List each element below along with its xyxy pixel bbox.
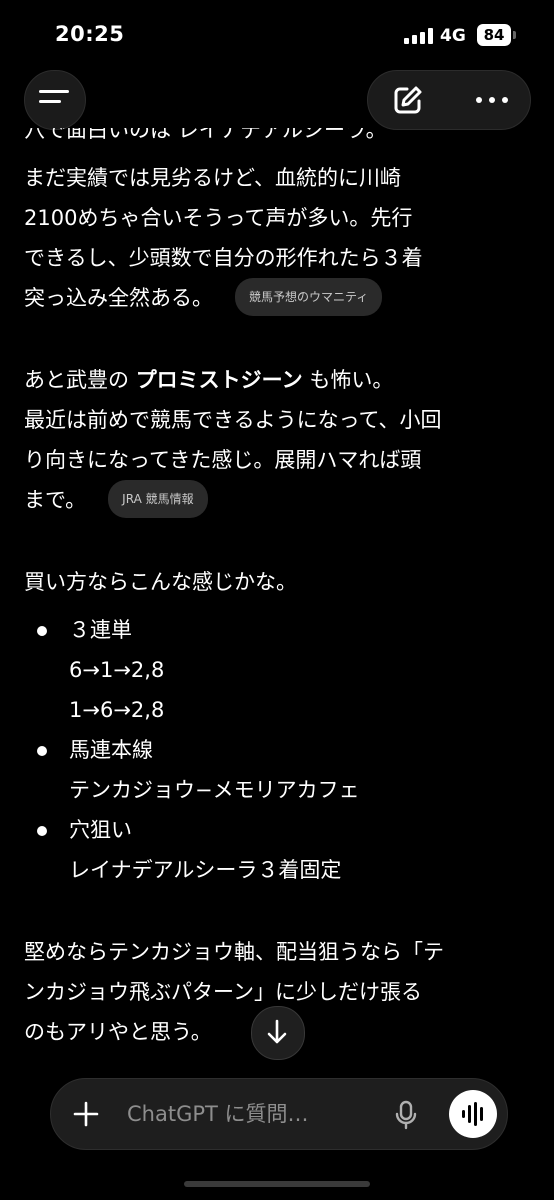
arrow-down-icon (267, 1019, 287, 1044)
battery-icon: 84 (477, 24, 511, 46)
status-time: 20:25 (55, 22, 125, 46)
message-line: 穴で面白いのは レイナデアルシーラ。 (24, 128, 387, 142)
message-line: 堅めならテンカジョウ軸、配当狙うなら「テ (24, 940, 444, 964)
composer (50, 1078, 508, 1150)
message-line: まだ実績では見劣るけど、血統的に川崎 (24, 166, 401, 190)
message-line: り向きになってきた感じ。展開ハマれば頭 (24, 448, 422, 472)
home-indicator (184, 1181, 370, 1187)
message-line: あと武豊の プロミストジーン も怖い。 (24, 368, 394, 392)
source-chip[interactable]: 競馬予想のウマニティ (235, 278, 383, 316)
battery-tip (513, 31, 516, 39)
new-chat-button[interactable] (384, 83, 432, 117)
message-line: 最近は前めで競馬できるようになって、小回 (24, 408, 442, 432)
bullet-icon (37, 746, 47, 756)
attach-button[interactable] (71, 1099, 101, 1129)
message-line: 買い方ならこんな感じかな。 (24, 570, 297, 594)
voice-mode-button[interactable] (449, 1090, 497, 1138)
horse-name: プロミストジーン (135, 368, 303, 392)
chat-screen: 20:25 4G 84 穴で面白いのは レイナデアルシーラ。 まだ実績では見劣る… (0, 0, 554, 1200)
plus-icon (73, 1101, 99, 1127)
bullet-icon (37, 626, 47, 636)
bullet-icon (37, 826, 47, 836)
list-item: 馬連本線 テンカジョウ−メモリアカフェ (24, 730, 524, 810)
list-item: 穴狙い レイナデアルシーラ３着固定 (24, 810, 524, 890)
scroll-down-button[interactable] (251, 1006, 305, 1060)
header-actions (367, 70, 531, 130)
assistant-message: 穴で面白いのは レイナデアルシーラ。 まだ実績では見劣るけど、血統的に川崎 21… (24, 128, 524, 1052)
signal-icon (404, 28, 434, 44)
message-line: 2100めちゃ合いそうって声が多い。先行 (24, 206, 413, 230)
message-line: まで。 JRA 競馬情報 (24, 480, 524, 520)
edit-icon (394, 86, 422, 114)
prompt-input[interactable] (127, 1079, 377, 1149)
message-line: 突っ込み全然ある。 競馬予想のウマニティ (24, 278, 524, 318)
source-chip[interactable]: JRA 競馬情報 (108, 480, 208, 518)
more-button[interactable] (468, 83, 516, 117)
message-line: できるし、少頭数で自分の形作れたら３着 (24, 246, 423, 270)
bet-list: ３連単 6→1→2,8 1→6→2,8 馬連本線 テンカジョウ−メモリアカフェ … (24, 610, 524, 890)
status-bar: 20:25 4G 84 (0, 0, 554, 70)
menu-button[interactable] (24, 70, 86, 130)
mic-icon (395, 1100, 417, 1130)
list-item: ３連単 6→1→2,8 1→6→2,8 (24, 610, 524, 730)
network-label: 4G (440, 26, 466, 46)
mic-button[interactable] (391, 1099, 421, 1131)
